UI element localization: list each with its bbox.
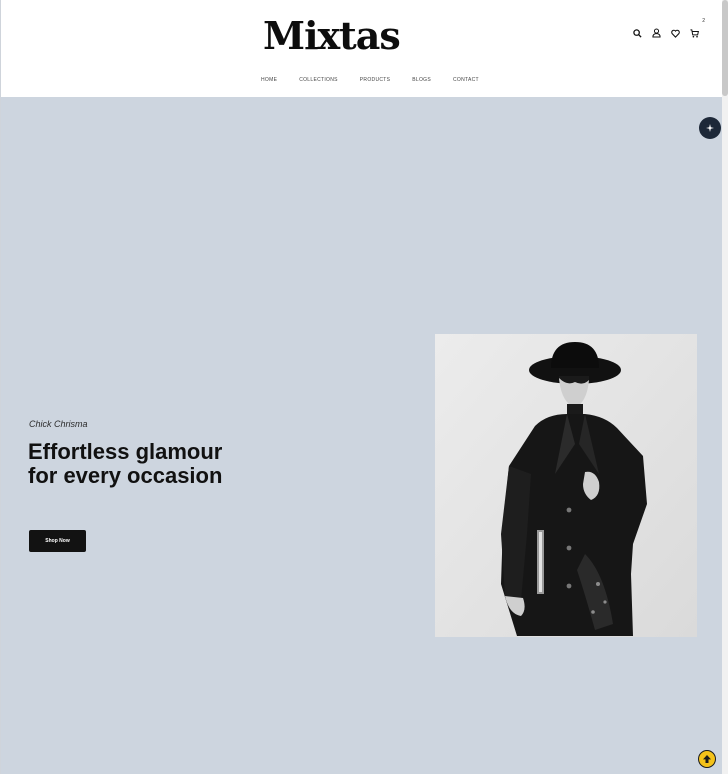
nav-item-blogs[interactable]: BLOGS: [412, 77, 431, 83]
arrow-up-icon[interactable]: [698, 750, 716, 768]
hero-image: [435, 334, 697, 637]
hero-subtitle: Chick Chrisma: [29, 419, 88, 429]
main-nav: HOME COLLECTIONS PRODUCTS BLOGS CONTACT: [261, 77, 501, 83]
nav-item-collections[interactable]: COLLECTIONS: [299, 77, 338, 83]
nav-item-contact[interactable]: CONTACT: [453, 77, 479, 83]
hero-section: Chick Chrisma Effortless glamour for eve…: [1, 97, 723, 774]
nav-item-products[interactable]: PRODUCTS: [360, 77, 390, 83]
header-icons: 2: [632, 18, 705, 39]
page-scrollbar[interactable]: [722, 0, 728, 774]
site-header: Mixtas 2 HOME COLLECTIONS PRODUCTS BLOGS…: [1, 0, 723, 97]
search-icon[interactable]: [632, 27, 642, 39]
cart-icon[interactable]: 2: [689, 18, 705, 39]
cart-count-badge: 2: [702, 18, 705, 24]
hero-headline: Effortless glamour for every occasion: [28, 439, 223, 488]
nav-item-home[interactable]: HOME: [261, 77, 277, 83]
heart-icon[interactable]: [670, 27, 680, 39]
sparkle-icon[interactable]: [699, 117, 721, 139]
scrollbar-thumb[interactable]: [722, 0, 728, 96]
shop-now-button[interactable]: Shop Now: [29, 530, 86, 552]
page: Mixtas 2 HOME COLLECTIONS PRODUCTS BLOGS…: [0, 0, 728, 774]
user-icon[interactable]: [651, 27, 661, 39]
brand-logo[interactable]: Mixtas: [263, 12, 401, 60]
